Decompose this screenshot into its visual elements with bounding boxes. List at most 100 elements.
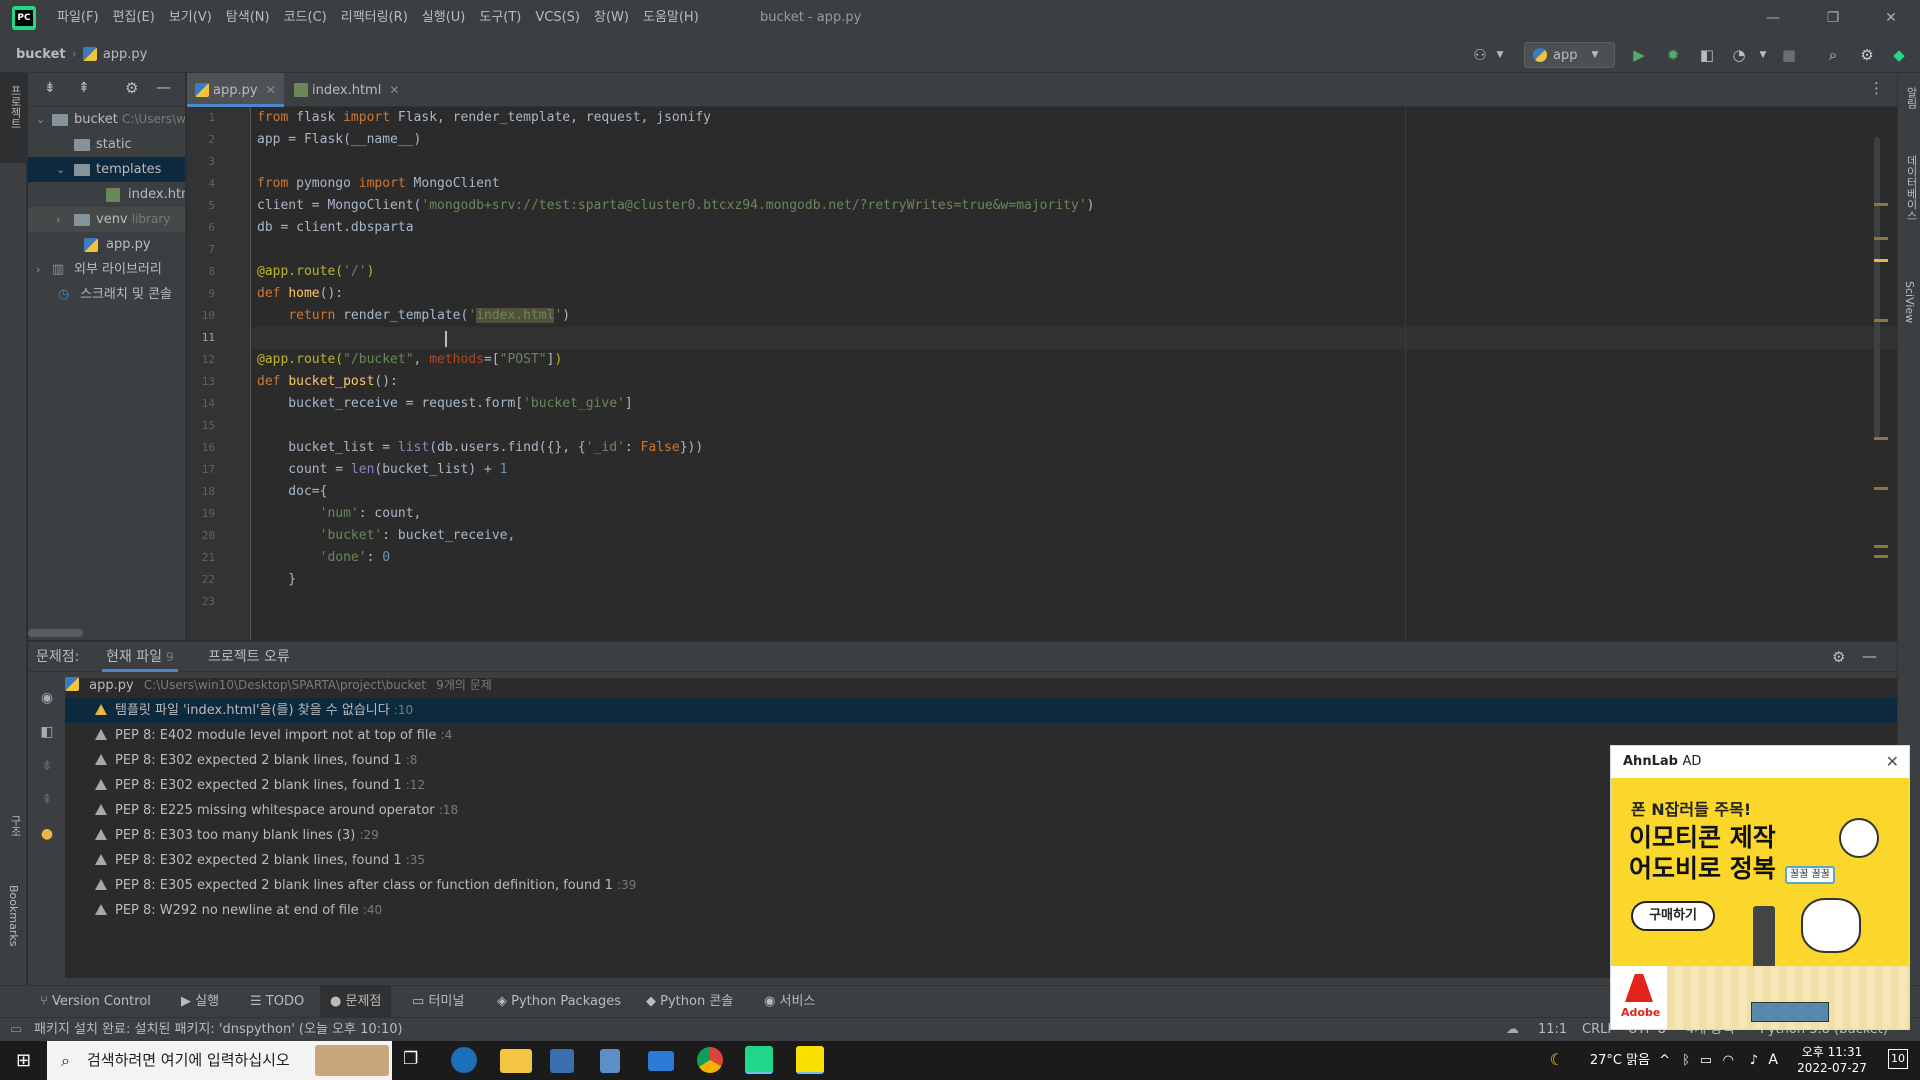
tab-index-html[interactable]: index.html ✕	[286, 73, 406, 107]
search-icon[interactable]: ⌕	[1822, 44, 1844, 66]
tool-version-control[interactable]: ⑂ Version Control	[40, 986, 151, 1018]
tool-problems[interactable]: ● 문제점	[320, 986, 392, 1018]
profile-icon[interactable]: ◔	[1728, 44, 1750, 66]
code-line[interactable]: bucket_list = list(db.users.find({}, {'_…	[257, 437, 703, 459]
tool-python-console[interactable]: ◆ Python 콘솔	[646, 986, 733, 1018]
menu-navigate[interactable]: 탐색(N)	[219, 0, 277, 36]
warning-stripe-marker[interactable]	[1874, 319, 1888, 322]
network-icon[interactable]: ◠	[1723, 1041, 1734, 1080]
code-line[interactable]: }	[257, 569, 296, 591]
chrome-icon[interactable]	[697, 1047, 723, 1073]
code-line[interactable]: @app.route("/bucket", methods=["POST"])	[257, 349, 562, 371]
file-explorer-icon[interactable]	[500, 1049, 532, 1073]
tree-item-static[interactable]: static	[28, 132, 185, 157]
menu-tools[interactable]: 도구(T)	[472, 0, 528, 36]
chevron-right-icon[interactable]: ›	[56, 207, 60, 232]
tray-overflow-icon[interactable]: ^	[1659, 1041, 1670, 1080]
notifications-tool-button[interactable]: 알림	[1903, 87, 1919, 109]
warning-stripe-marker[interactable]	[1874, 437, 1888, 440]
ime-indicator[interactable]: A	[1768, 1041, 1778, 1080]
ahnlab-ad-popup[interactable]: AhnLab AD ✕ 폰 N잡러들 주목! 이모티콘 제작 어도비로 정복 구매…	[1610, 745, 1910, 1030]
background-tasks-icon[interactable]: ☁	[1506, 1018, 1519, 1042]
tool-python-packages[interactable]: ◈ Python Packages	[497, 986, 621, 1018]
notification-center-icon[interactable]: 10	[1888, 1049, 1908, 1069]
code-line[interactable]: 'num': count,	[257, 503, 422, 525]
menu-help[interactable]: 도움말(H)	[636, 0, 706, 36]
status-message[interactable]: 패키지 설치 완료: 설치된 패키지: 'dnspython' (오늘 오후 1…	[34, 1018, 403, 1042]
warning-stripe-marker[interactable]	[1874, 259, 1888, 262]
project-tool-button[interactable]: 프로젝트	[7, 85, 23, 129]
caret-position[interactable]: 11:1	[1538, 1018, 1567, 1042]
horizontal-scrollbar[interactable]	[28, 629, 83, 637]
chevron-right-icon[interactable]: ›	[36, 257, 40, 282]
warning-stripe-marker[interactable]	[1874, 545, 1888, 548]
account-dropdown-icon[interactable]: ▼	[1489, 44, 1511, 66]
code-editor[interactable]: 1 2 3 4 5 6 7 8 9 10 11 12 13 14 15 16 17 18 19 20 21 22 23 fr…	[187, 107, 1897, 640]
weather-text[interactable]: 27°C 맑음	[1590, 1041, 1650, 1080]
code-line[interactable]: doc={	[257, 481, 327, 503]
code-line[interactable]: from pymongo import MongoClient	[257, 173, 500, 195]
calculator-icon[interactable]	[600, 1049, 620, 1073]
breadcrumb-file[interactable]: app.py	[103, 47, 148, 62]
hide-panel-icon[interactable]: —	[156, 78, 171, 96]
tool-services[interactable]: ◉ 서비스	[764, 986, 815, 1018]
run-icon[interactable]: ▶	[1628, 44, 1650, 66]
code-line[interactable]: client = MongoClient('mongodb+srv://test…	[257, 195, 1094, 217]
gear-icon[interactable]: ⚙	[1856, 44, 1878, 66]
tree-item-external-libraries[interactable]: › ▥ 외부 라이브러리	[28, 257, 185, 282]
account-icon[interactable]: ⚇	[1469, 44, 1491, 66]
clock[interactable]: 오후 11:31 2022-07-27	[1792, 1044, 1872, 1076]
edge-browser-icon[interactable]	[451, 1047, 477, 1073]
run-configuration-select[interactable]: app ▼	[1524, 42, 1615, 68]
warning-stripe-marker[interactable]	[1874, 487, 1888, 490]
code-line[interactable]: @app.route('/')	[257, 261, 374, 283]
tool-todo[interactable]: ☰ TODO	[250, 986, 304, 1018]
menu-code[interactable]: 코드(C)	[277, 0, 334, 36]
menu-refactor[interactable]: 리팩터링(R)	[334, 0, 415, 36]
task-view-icon[interactable]: ❐	[403, 1049, 418, 1069]
tree-item-index-html[interactable]: index.html	[28, 182, 185, 207]
chevron-down-icon[interactable]: ⌄	[56, 157, 65, 182]
code-line[interactable]: def bucket_post():	[257, 371, 398, 393]
buy-button[interactable]: 구매하기	[1631, 901, 1715, 931]
close-tab-icon[interactable]: ✕	[389, 83, 399, 97]
vertical-scrollbar[interactable]	[1874, 137, 1880, 437]
battery-icon[interactable]: ▭	[1700, 1041, 1712, 1080]
close-tab-icon[interactable]: ✕	[266, 83, 276, 97]
warning-stripe-marker[interactable]	[1874, 203, 1888, 206]
restore-button[interactable]: ❐	[1810, 0, 1856, 36]
menu-edit[interactable]: 편집(E)	[106, 0, 162, 36]
bluetooth-icon[interactable]: ᛒ	[1682, 1041, 1690, 1080]
code-line[interactable]: db = client.dbsparta	[257, 217, 414, 239]
menu-window[interactable]: 창(W)	[587, 0, 636, 36]
chevron-down-icon[interactable]: ⌄	[36, 107, 45, 132]
jetbrains-toolbox-icon[interactable]: ◆	[1888, 44, 1910, 66]
expand-all-icon[interactable]: ⇟	[44, 80, 56, 96]
kakaotalk-icon[interactable]	[796, 1046, 824, 1074]
more-run-dropdown-icon[interactable]: ▼	[1752, 44, 1774, 66]
breadcrumb-project[interactable]: bucket	[16, 47, 66, 62]
preview-icon[interactable]: ◧	[38, 724, 56, 742]
collapse-all-icon[interactable]: ⇞	[38, 792, 56, 810]
menu-run[interactable]: 실행(U)	[415, 0, 473, 36]
tab-app-py[interactable]: app.py ✕	[187, 73, 284, 107]
lightbulb-icon[interactable]: ●	[38, 826, 56, 844]
eye-icon[interactable]: ◉	[38, 690, 56, 708]
tree-item-venv[interactable]: › venv library	[28, 207, 185, 232]
problem-item[interactable]: 템플릿 파일 'index.html'을(를) 찾을 수 없습니다 :10	[65, 698, 1897, 723]
windows-start-icon[interactable]: ⊞	[0, 1041, 47, 1080]
hide-problems-icon[interactable]: —	[1862, 647, 1877, 665]
warning-stripe-marker[interactable]	[1874, 237, 1888, 240]
code-line[interactable]: return render_template('index.html')	[257, 305, 570, 327]
tree-item-bucket[interactable]: ⌄ bucket C:\Users\win10\Desktop	[28, 107, 185, 132]
sciview-tool-button[interactable]: SciView	[1903, 281, 1916, 323]
warning-stripe-marker[interactable]	[1874, 555, 1888, 558]
microsoft-store-icon[interactable]	[550, 1049, 574, 1073]
minimize-button[interactable]: —	[1750, 0, 1796, 36]
code-line[interactable]: 'bucket': bucket_receive,	[257, 525, 516, 547]
menu-vcs[interactable]: VCS(S)	[528, 0, 587, 36]
more-tabs-icon[interactable]: ⋮	[1869, 79, 1884, 97]
tree-item-scratches[interactable]: ◷ 스크래치 및 콘솔	[28, 282, 185, 307]
bookmarks-tool-button[interactable]: Bookmarks	[7, 885, 20, 946]
debug-icon[interactable]: ✹	[1662, 44, 1684, 66]
